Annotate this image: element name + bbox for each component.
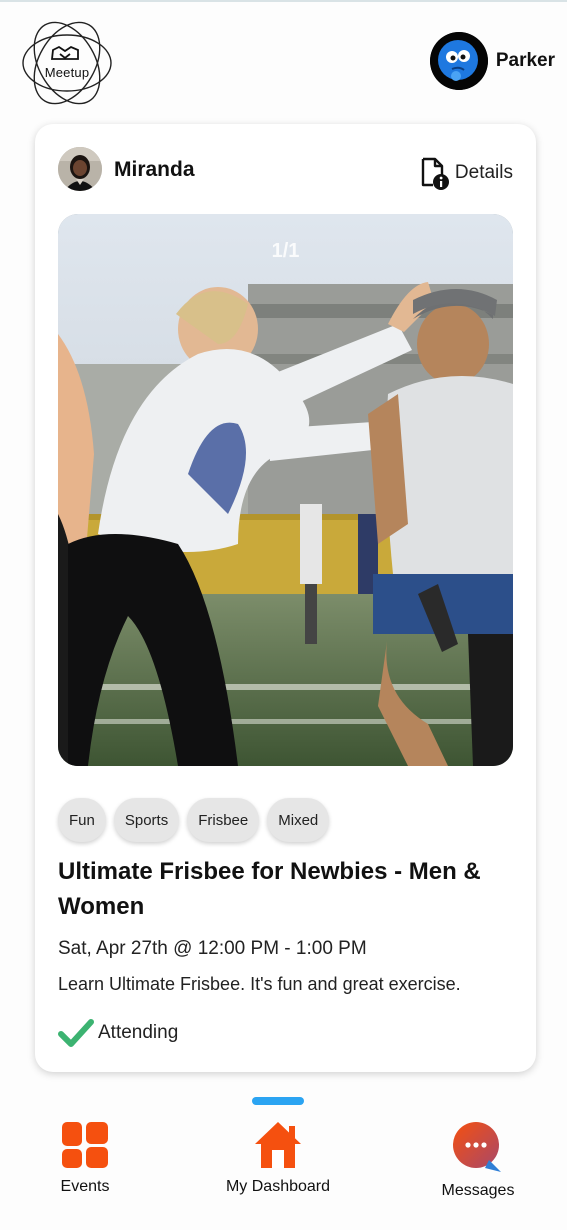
grid-icon (62, 1122, 108, 1168)
document-info-icon (421, 157, 449, 190)
details-label: Details (454, 162, 513, 183)
details-button[interactable]: Details (415, 155, 513, 191)
event-photo[interactable]: 1/1 (58, 214, 513, 766)
logo-rings-icon (22, 21, 112, 105)
nav-dashboard-label: My Dashboard (225, 1178, 331, 1195)
nav-messages-label: Messages (441, 1182, 515, 1199)
user-name: Parker (495, 50, 555, 71)
app-header: Meetup Parker (0, 2, 567, 122)
bottom-nav: Events My Dashboard Messages (0, 1092, 567, 1230)
tag-fun[interactable]: Fun (58, 798, 106, 842)
user-avatar[interactable] (429, 32, 488, 90)
host-avatar[interactable] (58, 147, 102, 191)
nav-dashboard[interactable]: My Dashboard (208, 1120, 348, 1196)
event-title: Ultimate Frisbee for Newbies - Men & Wom… (58, 858, 481, 920)
event-card[interactable]: Miranda Details 1/1 Fun Sports Frisbee M… (35, 124, 536, 1072)
event-tags: Fun Sports Frisbee Mixed (58, 798, 330, 842)
event-datetime: Sat, Apr 27th @ 12:00 PM - 1:00 PM (58, 938, 367, 959)
active-tab-indicator (252, 1097, 304, 1105)
attending-status: Attending (58, 1018, 178, 1048)
logo-text: Meetup (44, 65, 90, 80)
home-icon (255, 1122, 301, 1168)
nav-messages[interactable]: Messages (428, 1120, 528, 1200)
frisbee-players-image (58, 214, 513, 766)
nav-events[interactable]: Events (40, 1120, 130, 1196)
user-profile[interactable]: Parker (429, 32, 555, 90)
handshake-icon (50, 45, 79, 60)
host-name: Miranda (114, 158, 195, 181)
card-header: Miranda Details (58, 147, 513, 193)
checkmark-icon (58, 1019, 94, 1047)
photo-counter: 1/1 (271, 240, 300, 262)
tag-sports[interactable]: Sports (113, 798, 180, 842)
tag-frisbee[interactable]: Frisbee (187, 798, 260, 842)
event-description: Learn Ultimate Frisbee. It's fun and gre… (58, 974, 461, 994)
chat-bubble-icon (453, 1122, 501, 1172)
nav-events-label: Events (60, 1178, 110, 1195)
attending-label: Attending (98, 1022, 179, 1043)
meetup-logo[interactable]: Meetup (20, 16, 114, 110)
tag-mixed[interactable]: Mixed (267, 798, 330, 842)
